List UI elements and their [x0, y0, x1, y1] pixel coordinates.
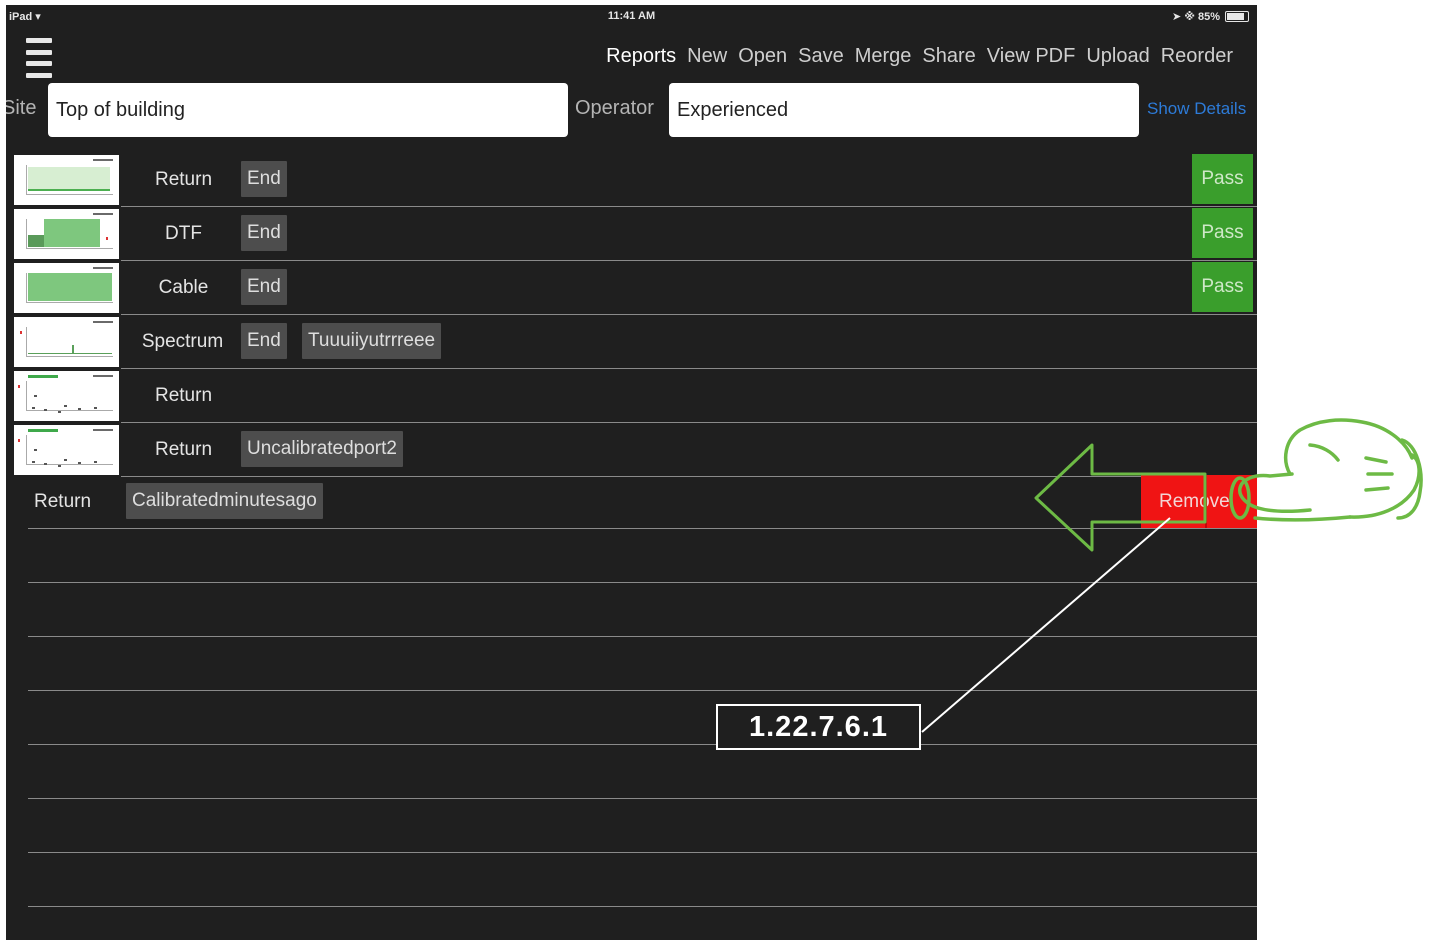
row-measurement-label: Return [154, 169, 213, 190]
row-separator [28, 636, 1257, 637]
swiped-row[interactable]: Return Calibratedminutesago [6, 475, 1257, 529]
toolbar-upload-button[interactable]: Upload [1086, 45, 1149, 68]
measurement-thumbnail[interactable] [14, 155, 119, 205]
toolbar-open-button[interactable]: Open [738, 45, 787, 68]
row-chip: End [241, 215, 287, 251]
pass-badge[interactable]: Pass [1192, 208, 1253, 258]
location-icon: ➤ [1172, 11, 1182, 23]
measurement-row[interactable]: Spectrum End Tuuuiiyutrrreee [6, 315, 1257, 369]
toolbar-reorder-button[interactable]: Reorder [1161, 45, 1233, 68]
row-separator [28, 582, 1257, 583]
row-separator [28, 852, 1257, 853]
row-chip: Uncalibratedport2 [241, 431, 403, 467]
measurement-row[interactable]: Cable End Pass [6, 261, 1257, 315]
row-chip: Calibratedminutesago [126, 483, 323, 519]
ipad-screen: iPad ▾ 11:41 AM ➤ ※ 85% Reports New Open Sa… [6, 5, 1257, 940]
remove-button-label: Remove [1159, 491, 1230, 512]
measurement-row[interactable]: Return [6, 369, 1257, 423]
operator-label: Operator [575, 97, 654, 119]
toolbar-new-button[interactable]: New [687, 45, 727, 68]
measurement-thumbnail[interactable] [14, 317, 119, 367]
site-input[interactable] [48, 83, 568, 137]
battery-icon [1225, 11, 1249, 22]
row-measurement-label: Return [154, 439, 213, 460]
status-right: ➤ ※ 85% [1172, 10, 1249, 23]
row-measurement-label: Spectrum [141, 331, 224, 352]
pass-badge[interactable]: Pass [1192, 262, 1253, 312]
menu-icon[interactable] [26, 38, 52, 78]
status-time: 11:41 AM [607, 10, 656, 22]
row-measurement-label: Return [154, 385, 213, 406]
measurement-row[interactable]: DTF End Pass [6, 207, 1257, 261]
toolbar-reports-button[interactable]: Reports [606, 45, 676, 68]
measurement-thumbnail[interactable] [14, 371, 119, 421]
remove-button[interactable]: Remove [1141, 475, 1257, 529]
toolbar-merge-button[interactable]: Merge [855, 45, 912, 68]
measurement-thumbnail[interactable] [14, 263, 119, 313]
measurement-thumbnail[interactable] [14, 425, 119, 475]
row-chip: Tuuuiiyutrrreee [302, 323, 442, 359]
row-separator [28, 528, 1257, 529]
battery-percent: 85% [1197, 10, 1220, 23]
row-measurement-label: DTF [165, 223, 202, 244]
swipe-hand-icon [1229, 418, 1423, 522]
row-chip: End [241, 323, 287, 359]
row-measurement-label: Return [34, 491, 92, 512]
pass-badge[interactable]: Pass [1192, 154, 1253, 204]
measurement-thumbnail[interactable] [14, 209, 119, 259]
toolbar-view-pdf-button[interactable]: View PDF [987, 45, 1076, 68]
row-measurement-label: Cable [158, 277, 209, 298]
row-separator [28, 906, 1257, 907]
operator-input[interactable] [669, 83, 1139, 137]
row-chip: End [241, 161, 287, 197]
row-chip: End [241, 269, 287, 305]
row-separator [28, 798, 1257, 799]
toolbar: Reports New Open Save Merge Share View PDF Uplo… [606, 45, 1233, 68]
toolbar-save-button[interactable]: Save [798, 45, 844, 68]
toolbar-share-button[interactable]: Share [922, 45, 975, 68]
row-separator [28, 744, 1257, 745]
callout-label: 1.22.7.6.1 [716, 704, 921, 750]
measurement-row[interactable]: Return End Pass [6, 153, 1257, 207]
show-details-link[interactable]: Show Details [1147, 99, 1246, 119]
site-label: Site [6, 97, 37, 119]
row-separator [28, 690, 1257, 691]
bluetooth-icon: ※ [1184, 11, 1195, 23]
measurement-row[interactable]: Return Uncalibratedport2 [6, 423, 1257, 477]
